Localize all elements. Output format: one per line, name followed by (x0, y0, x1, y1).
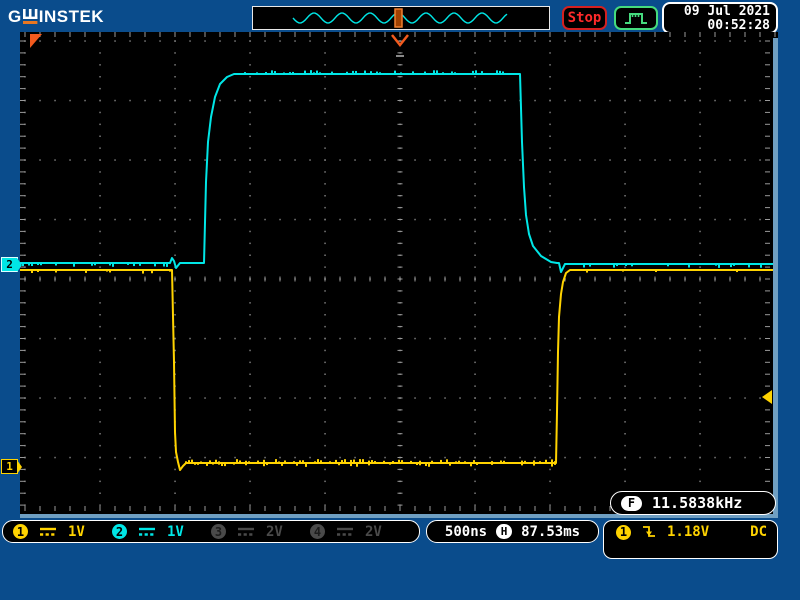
brand-w-glyph-icon (23, 9, 38, 25)
horizontal-position: 87.53ms (521, 524, 580, 540)
frequency-icon: F (621, 496, 642, 511)
channel-1-scale: 1V (68, 524, 85, 540)
brand-letters-instek: INSTEK (39, 7, 104, 27)
run-stop-label: Stop (568, 10, 602, 26)
trigger-type-indicator[interactable] (614, 6, 658, 30)
timebase-status[interactable]: 500ns H 87.53ms (426, 520, 599, 543)
timebase-scale: 500ns (445, 524, 487, 540)
channel-4-scale: 2V (365, 524, 382, 540)
frequency-readout: F 11.5838kHz (610, 491, 776, 515)
trigger-level-value: 1.18V (667, 524, 709, 540)
waveform-plot (20, 32, 778, 518)
channel-1-status[interactable]: 1 1V (13, 524, 112, 540)
pulse-waveform-icon (623, 10, 649, 26)
date-label: 09 Jul 2021 (664, 5, 770, 19)
horizontal-icon: H (496, 524, 512, 539)
channel-3-scale: 2V (266, 524, 283, 540)
dc-coupling-icon (336, 526, 354, 537)
dc-coupling-icon (138, 526, 156, 537)
trigger-source-badge: 1 (616, 525, 631, 540)
ch2-marker-label: 2 (6, 258, 13, 271)
channel-1-badge: 1 (13, 524, 28, 539)
trigger-coupling-label: DC (750, 524, 767, 540)
oscilloscope-ui: { "header": { "brand_g": "G", "brand_res… (0, 0, 800, 600)
dc-coupling-icon (237, 526, 255, 537)
memory-window-strip-vertical (773, 38, 778, 515)
channel-2-status[interactable]: 2 1V (112, 524, 211, 540)
channel-2-badge: 2 (112, 524, 127, 539)
acquisition-memory-preview[interactable] (252, 6, 550, 30)
ch1-position-marker[interactable]: 1 (1, 459, 18, 474)
channel-4-status[interactable]: 4 2V (310, 524, 409, 540)
falling-edge-icon (641, 524, 657, 540)
time-label: 00:52:28 (664, 19, 770, 33)
brand-letter-g: G (8, 7, 22, 27)
memory-waveform-thumbnail (253, 7, 549, 29)
ch2-position-marker[interactable]: 2 (1, 257, 18, 272)
ch1-marker-label: 1 (6, 460, 13, 473)
channel-status-bar: 1 1V 2 1V 3 2V 4 2V (2, 520, 420, 543)
ch2-marker-arrow-icon (17, 258, 22, 272)
channel-3-badge: 3 (211, 524, 226, 539)
run-stop-indicator[interactable]: Stop (562, 6, 607, 30)
trigger-status[interactable]: 1 1.18V DC (603, 520, 778, 559)
scope-display (20, 32, 778, 518)
channel-2-scale: 1V (167, 524, 184, 540)
channel-3-status[interactable]: 3 2V (211, 524, 310, 540)
frequency-value: 11.5838kHz (652, 494, 742, 512)
datetime-display: 09 Jul 2021 00:52:28 (662, 2, 778, 34)
dc-coupling-icon (39, 526, 57, 537)
channel-4-badge: 4 (310, 524, 325, 539)
ch1-marker-arrow-icon (17, 460, 22, 474)
brand-logo: G INSTEK (8, 7, 104, 27)
brand-orange-underline (23, 21, 37, 24)
